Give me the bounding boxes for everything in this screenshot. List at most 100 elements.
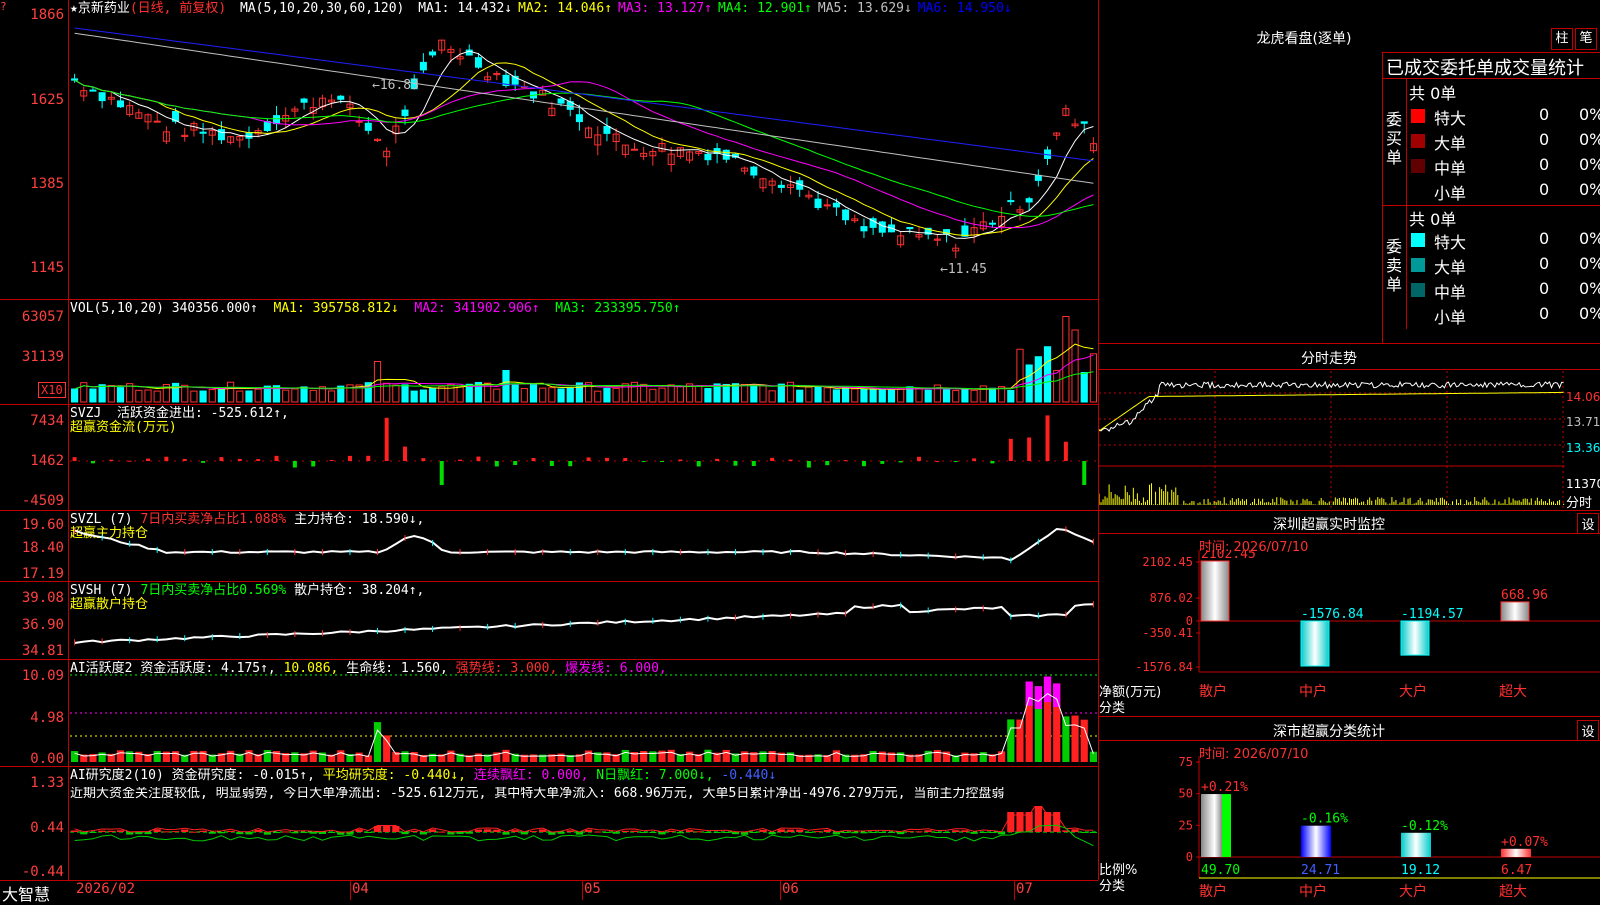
svzj-chart[interactable]: [70, 406, 1098, 510]
x-tick: 06: [782, 881, 799, 897]
research-bar: [786, 829, 795, 832]
volume-bar: [667, 384, 675, 403]
svsh-chart[interactable]: [70, 583, 1098, 659]
ai2-extra: -0.440↓: [721, 768, 777, 783]
ai2-tick: -0.44: [21, 864, 64, 880]
monitor-settings-button[interactable]: 设: [1577, 513, 1599, 534]
x-tick-mark: [1014, 880, 1015, 900]
flow-bar: [72, 457, 77, 461]
activity-bar: [768, 750, 776, 762]
legend-swatch: [1411, 159, 1425, 173]
order-count: 0: [1539, 254, 1550, 273]
order-count: 0: [1539, 180, 1550, 199]
research-bar: [291, 832, 299, 834]
candle-body: [89, 89, 97, 92]
panel-sep-svzl: [0, 581, 1098, 582]
candle-body: [750, 166, 758, 176]
volume-bar: [777, 383, 785, 403]
volume-bar: [217, 388, 226, 403]
svzl-chart[interactable]: [70, 512, 1098, 581]
order-label: 特大: [1434, 109, 1467, 128]
volume-bar: [208, 389, 216, 403]
candle-body: [832, 202, 840, 208]
order-row: 大单 0 0%: [1099, 130, 1600, 154]
ai-research-chart[interactable]: [70, 806, 1098, 880]
divider: [1382, 78, 1600, 79]
volume-bar: [988, 387, 997, 403]
stats-bar-chart[interactable]: 75 50 25 0 +0.21% 49.70 散户 -0.16% 24.71 中户 -0.12% 1…: [1099, 756, 1600, 900]
order-pct: 0%: [1579, 105, 1600, 124]
ai-activity-chart[interactable]: [70, 661, 1098, 766]
order-count: 0: [1539, 155, 1550, 174]
activity-bar: [199, 750, 207, 762]
candle-body: [263, 121, 271, 131]
price-mode: (日线, 前复权): [129, 1, 227, 16]
research-bar: [649, 832, 657, 833]
volume-bar: [447, 383, 455, 403]
monitor-bar: [1500, 601, 1530, 622]
candle-body: [961, 225, 969, 237]
volume-bar: [245, 390, 253, 403]
volume-bar: [741, 383, 749, 403]
candlestick-chart[interactable]: [70, 18, 1098, 298]
ma-value-3: MA3: 13.127↑: [618, 1, 712, 16]
volume-bar: [704, 388, 712, 403]
ma-line-3: [74, 79, 1094, 229]
research-bar: [887, 832, 896, 833]
candle-body: [814, 198, 822, 208]
volume-bar: [493, 388, 501, 403]
svsh-tick: 39.08: [21, 590, 64, 606]
volume-chart[interactable]: [70, 310, 1098, 404]
research-bar: [731, 832, 740, 835]
research-bar: [906, 831, 914, 833]
bar-toggle-button[interactable]: 柱: [1551, 28, 1573, 50]
flow-bar: [384, 417, 389, 461]
flow-bar: [770, 457, 775, 461]
flow-bar: [641, 461, 646, 462]
flow-bar: [476, 456, 481, 461]
research-bar: [217, 832, 226, 834]
main-force-line: [74, 527, 1094, 562]
volume-bar: [438, 386, 446, 403]
research-bar: [658, 832, 666, 835]
research-bar: [1071, 829, 1079, 832]
monitor-bar-chart[interactable]: 2102.45876.020-350.41-1576.842102.45散户-1…: [1099, 550, 1600, 716]
volume-bar: [309, 389, 317, 403]
ma-label: MA(5,10,20,30,60,120): [239, 1, 405, 16]
volume-bar: [1071, 329, 1079, 403]
monitor-bar: [1300, 620, 1330, 667]
candle-body: [777, 184, 785, 188]
star-icon[interactable]: ★: [70, 1, 78, 16]
monitor-bar: [1400, 620, 1430, 656]
svzl-tick: 19.60: [21, 517, 64, 533]
flow-bar: [880, 461, 885, 464]
candle-body: [71, 78, 79, 81]
volume-bar: [144, 389, 152, 403]
activity-bar: [667, 749, 675, 762]
stock-name[interactable]: 京新药业: [78, 1, 130, 16]
tick-toggle-button[interactable]: 笔: [1575, 28, 1597, 50]
ai2-tick: 1.33: [30, 775, 64, 791]
intraday-price-tick: 13.71: [1566, 415, 1600, 429]
stats-settings-button[interactable]: 设: [1577, 720, 1599, 741]
research-bar: [998, 832, 1006, 835]
volume-bar: [842, 387, 850, 403]
volume-bar: [116, 387, 125, 403]
ma-value-4: MA4: 12.901↑: [717, 1, 812, 16]
flow-bar: [861, 461, 866, 467]
volume-bar: [566, 387, 574, 403]
research-bar: [722, 832, 730, 833]
intraday-chart[interactable]: [1099, 371, 1565, 508]
research-bar: [190, 831, 198, 833]
panel-sep-ai1: [0, 766, 1098, 767]
activity-bar: [447, 750, 455, 762]
monitor-category: 超大: [1499, 684, 1527, 700]
activity-burst-cap: [1053, 683, 1061, 707]
research-bar: [988, 832, 997, 833]
volume-bar: [107, 384, 115, 403]
legend-swatch: [1411, 283, 1425, 297]
monitor-bar: [1200, 560, 1230, 622]
candle-body: [245, 132, 253, 139]
candle-body: [878, 221, 886, 233]
activity-bar: [263, 750, 271, 762]
